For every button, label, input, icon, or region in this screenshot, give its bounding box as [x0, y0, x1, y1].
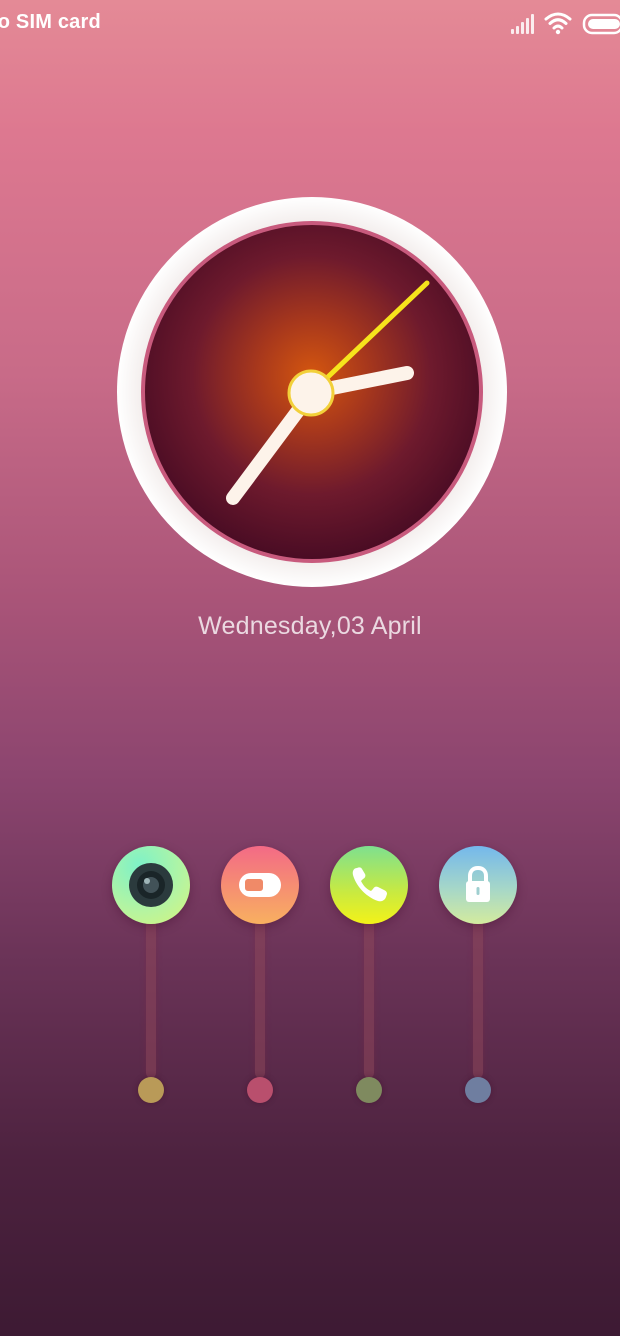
phone-knob[interactable]: [330, 846, 408, 924]
slider-endpoint-dot: [465, 1077, 491, 1103]
slider-endpoint-dot: [138, 1077, 164, 1103]
battery-icon: [582, 13, 620, 40]
slider-endpoint-dot: [247, 1077, 273, 1103]
slider-endpoint-dot: [356, 1077, 382, 1103]
status-bar: lo SIM card: [0, 0, 620, 48]
carrier-label: lo SIM card: [0, 11, 101, 33]
date-label: Wednesday,03 April: [198, 612, 422, 640]
clock-center-cap: [287, 369, 335, 417]
slider-track: [146, 906, 156, 1078]
camera-knob[interactable]: [112, 846, 190, 924]
camera-shortcut[interactable]: [112, 846, 192, 1112]
toggle-shortcut[interactable]: [221, 846, 301, 1112]
slider-track: [364, 906, 374, 1078]
toggle-knob[interactable]: [221, 846, 299, 924]
analog-clock: [115, 195, 509, 589]
signal-icon: [510, 13, 536, 40]
slider-track: [255, 906, 265, 1078]
slider-track: [473, 906, 483, 1078]
lock-shortcut[interactable]: [439, 846, 519, 1112]
lock-knob[interactable]: [439, 846, 517, 924]
phone-shortcut[interactable]: [330, 846, 410, 1112]
wifi-icon: [544, 11, 572, 40]
